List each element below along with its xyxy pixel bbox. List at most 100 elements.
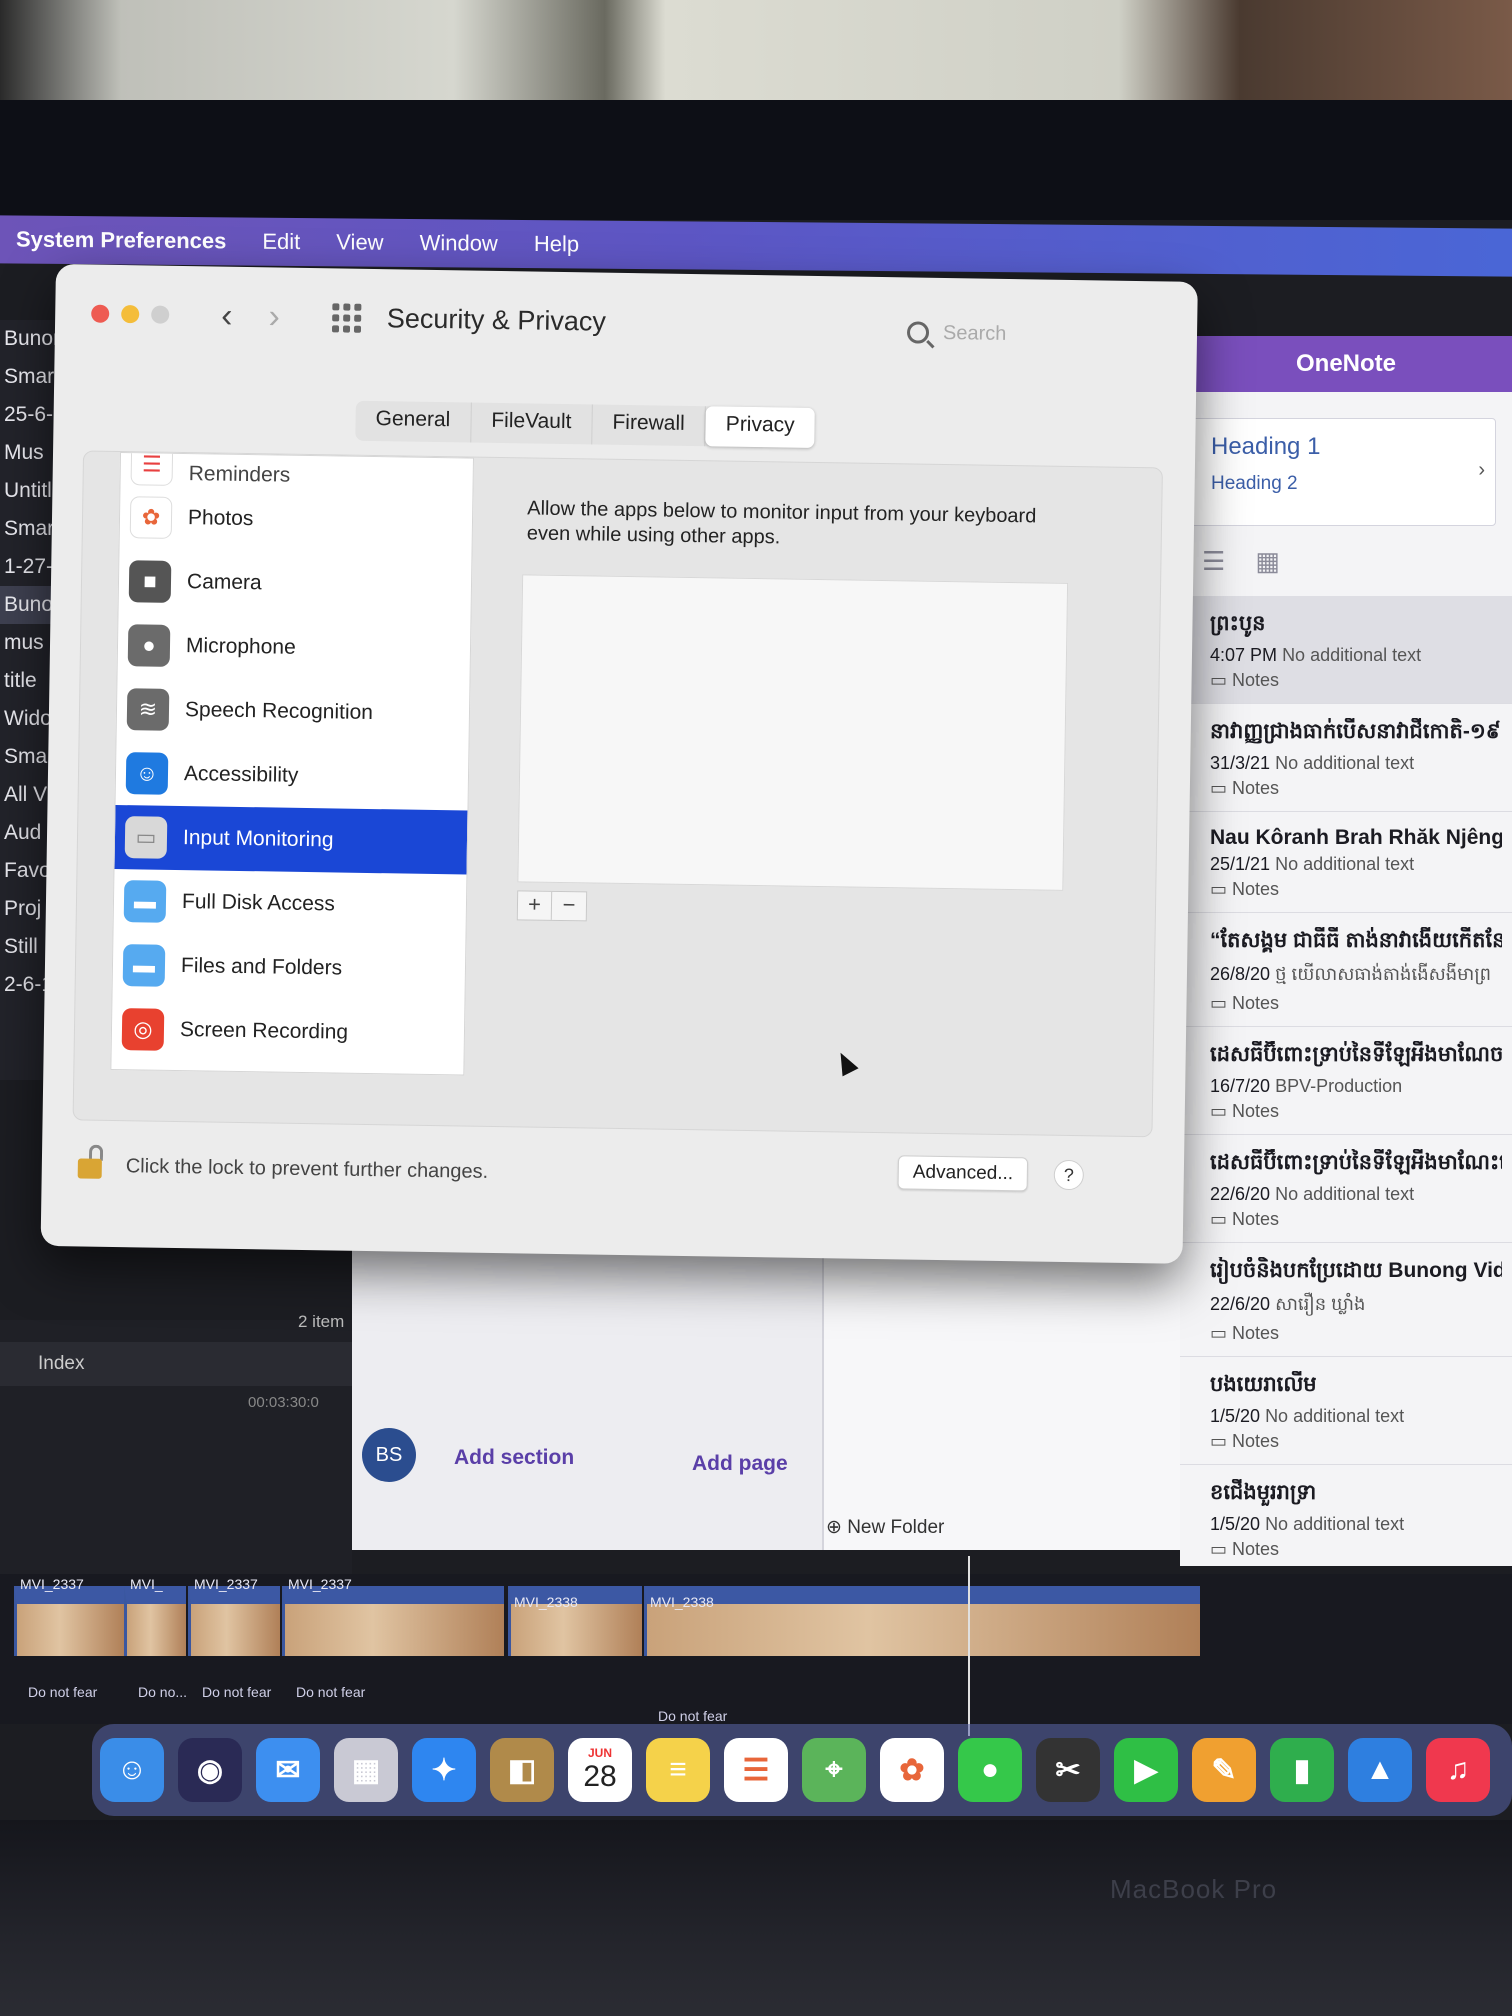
privacy-item-microphone[interactable]: ● Microphone — [118, 613, 471, 683]
list-view-icon[interactable]: ☰ — [1202, 546, 1225, 577]
timeline-clip[interactable] — [124, 1586, 186, 1656]
pages-icon[interactable]: ✎ — [1192, 1738, 1256, 1802]
avatar[interactable]: BS — [362, 1428, 416, 1482]
timeline-clip[interactable] — [188, 1586, 280, 1656]
new-folder-label: New Folder — [847, 1517, 945, 1538]
siri-icon[interactable]: ◉ — [178, 1738, 242, 1802]
advanced-button[interactable]: Advanced... — [897, 1155, 1029, 1192]
styles-gallery[interactable]: Heading 1 Heading 2 › — [1186, 418, 1496, 526]
help-button[interactable]: ? — [1053, 1159, 1085, 1191]
facetime-icon[interactable]: ▶ — [1114, 1738, 1178, 1802]
lock-icon[interactable] — [77, 1144, 104, 1179]
new-folder-button[interactable]: ⊕ New Folder — [826, 1516, 944, 1539]
tab-filevault[interactable]: FileVault — [470, 402, 593, 445]
note-item[interactable]: បងយេរាលើម 1/5/20 No additional text ▭ Note… — [1180, 1357, 1512, 1465]
mouse-cursor-icon — [832, 1048, 859, 1077]
playhead[interactable] — [968, 1556, 970, 1736]
timeline-clip[interactable] — [644, 1586, 1200, 1656]
input-monitoring-description: Allow the apps below to monitor input fr… — [526, 497, 1037, 549]
note-item[interactable]: ព្រះបូន 4:07 PM No additional text ▭ Notes — [1180, 596, 1512, 704]
calendar-icon[interactable]: JUN 28 — [568, 1738, 632, 1802]
note-meta: 26/8/20 ថ្ម យើលាសធាង់តាង់ងើសងីមាព្រ — [1210, 962, 1502, 989]
note-folder: ▭ Notes — [1210, 1209, 1280, 1229]
remove-app-button[interactable]: − — [552, 892, 586, 921]
back-icon[interactable]: ‹ — [221, 296, 233, 335]
heading2-style[interactable]: Heading 2 — [1211, 473, 1471, 495]
close-button[interactable] — [91, 304, 110, 323]
folder-label: Notes — [1232, 993, 1280, 1013]
note-item[interactable]: ដេសធីប៊ីពោះទ្រាប់នៃទីឡែអីងមាណែះបើសកើង 22/… — [1180, 1135, 1512, 1243]
heading1-style[interactable]: Heading 1 — [1211, 433, 1471, 461]
forward-icon[interactable]: › — [268, 297, 280, 336]
notes-icon[interactable]: ≡ — [646, 1738, 710, 1802]
menu-edit[interactable]: Edit — [262, 229, 300, 255]
note-item[interactable]: ដេសធីប៊ីពោះទ្រាប់នៃទីឡែអីងមាណែច 16/7/20 B… — [1180, 1027, 1512, 1135]
note-preview: No additional text — [1275, 753, 1415, 773]
menu-help[interactable]: Help — [534, 231, 579, 257]
note-preview: No additional text — [1282, 645, 1422, 665]
add-app-button[interactable]: + — [517, 891, 553, 920]
keynote-icon[interactable]: ▲ — [1348, 1738, 1412, 1802]
allowed-apps-list[interactable] — [517, 574, 1069, 891]
grid-view-icon[interactable]: ▦ — [1255, 546, 1280, 577]
safari-icon[interactable]: ✦ — [412, 1738, 476, 1802]
add-section-button[interactable]: Add section — [454, 1446, 574, 1470]
clip-label: MVI_2338 — [650, 1594, 714, 1610]
note-meta: 4:07 PM No additional text — [1210, 645, 1502, 666]
privacy-item-screen-recording[interactable]: ◎ Screen Recording — [111, 997, 464, 1067]
privacy-item-camera[interactable]: ■ Camera — [119, 549, 472, 619]
note-item[interactable]: នាវាញ្ញជ្រាងធាក់បើសនាវាជីកោតិ-១៩ 31/3/21 … — [1180, 704, 1512, 812]
add-page-button[interactable]: Add page — [692, 1452, 788, 1476]
note-time: 22/6/20 — [1210, 1184, 1271, 1204]
timeline-clip[interactable] — [14, 1586, 124, 1656]
tab-privacy[interactable]: Privacy — [705, 406, 815, 448]
privacy-item-full-disk-access[interactable]: ▬ Full Disk Access — [113, 869, 466, 939]
menu-app-name[interactable]: System Preferences — [16, 227, 226, 255]
tab-general[interactable]: General — [355, 400, 472, 443]
screen-bezel-bottom — [0, 1820, 1512, 2016]
privacy-item-label: Input Monitoring — [182, 826, 334, 852]
tab-firewall[interactable]: Firewall — [592, 404, 707, 447]
note-title: ខជើងមួររាទ្រា — [1210, 1481, 1317, 1504]
mail-icon[interactable]: ✉ — [256, 1738, 320, 1802]
note-item[interactable]: រៀបចំនិងបកប្រែដោយ Bunong Video Pr... 22/6… — [1180, 1243, 1512, 1357]
lock-text: Click the lock to prevent further change… — [125, 1155, 489, 1183]
launchpad-icon[interactable]: ▦ — [334, 1738, 398, 1802]
note-item[interactable]: ខជើងមួររាទ្រា 1/5/20 No additional text ▭ … — [1180, 1465, 1512, 1566]
reminders-icon[interactable]: ☰ — [724, 1738, 788, 1802]
onenote-title: OneNote — [1180, 336, 1512, 392]
music-icon[interactable]: ♫ — [1426, 1738, 1490, 1802]
privacy-item-photos[interactable]: ✿ Photos — [120, 485, 473, 555]
menu-window[interactable]: Window — [420, 230, 498, 257]
privacy-category-list[interactable]: ☰ Reminders ✿ Photos ■ Camera ● Microphone ≋ Spee… — [110, 452, 475, 1076]
numbers-icon[interactable]: ▮ — [1270, 1738, 1334, 1802]
menu-view[interactable]: View — [336, 229, 383, 255]
timeline-clip[interactable] — [282, 1586, 504, 1656]
search-field[interactable]: Search — [906, 313, 1178, 355]
camera-icon: ■ — [128, 560, 172, 603]
maps-icon[interactable]: ⌖ — [802, 1738, 866, 1802]
privacy-item-label: Files and Folders — [180, 954, 343, 980]
show-all-icon[interactable] — [331, 302, 362, 333]
privacy-item-label: Photos — [187, 506, 254, 531]
privacy-item-files-and-folders[interactable]: ▬ Files and Folders — [112, 933, 465, 1003]
chevron-right-icon[interactable]: › — [1478, 459, 1485, 482]
dock: ☺ ◉ ✉ ▦ ✦ ◧ JUN 28 ≡ ☰ ⌖ ✿ ● ✂ ▶ ✎ ▮ ▲ ♫ — [92, 1724, 1512, 1816]
finder-icon[interactable]: ☺ — [100, 1738, 164, 1802]
onenote-page-pane — [824, 1220, 1182, 1550]
note-item[interactable]: Nau Kôranh Brah Rhăk Njêng 25/1/21 No add… — [1180, 812, 1512, 913]
note-time: 25/1/21 — [1210, 854, 1271, 874]
privacy-item-accessibility[interactable]: ☺ Accessibility — [116, 741, 469, 811]
messages-icon[interactable]: ● — [958, 1738, 1022, 1802]
folder-label: Notes — [1232, 778, 1280, 798]
note-item[interactable]: “តែសង្គម ជាធីធី តាង់នាវាងើយកើតនែ ខាង់ 26/… — [1180, 913, 1512, 1027]
contacts-icon[interactable]: ◧ — [490, 1738, 554, 1802]
note-preview: No additional text — [1265, 1514, 1405, 1534]
photos-icon[interactable]: ✿ — [880, 1738, 944, 1802]
zoom-button[interactable] — [151, 305, 170, 324]
privacy-item-speech-recognition[interactable]: ≋ Speech Recognition — [117, 677, 470, 747]
minimize-button[interactable] — [121, 305, 140, 324]
privacy-item-input-monitoring[interactable]: ▭ Input Monitoring — [114, 805, 468, 875]
index-button[interactable]: Index — [0, 1342, 352, 1386]
final-cut-icon[interactable]: ✂ — [1036, 1738, 1100, 1802]
